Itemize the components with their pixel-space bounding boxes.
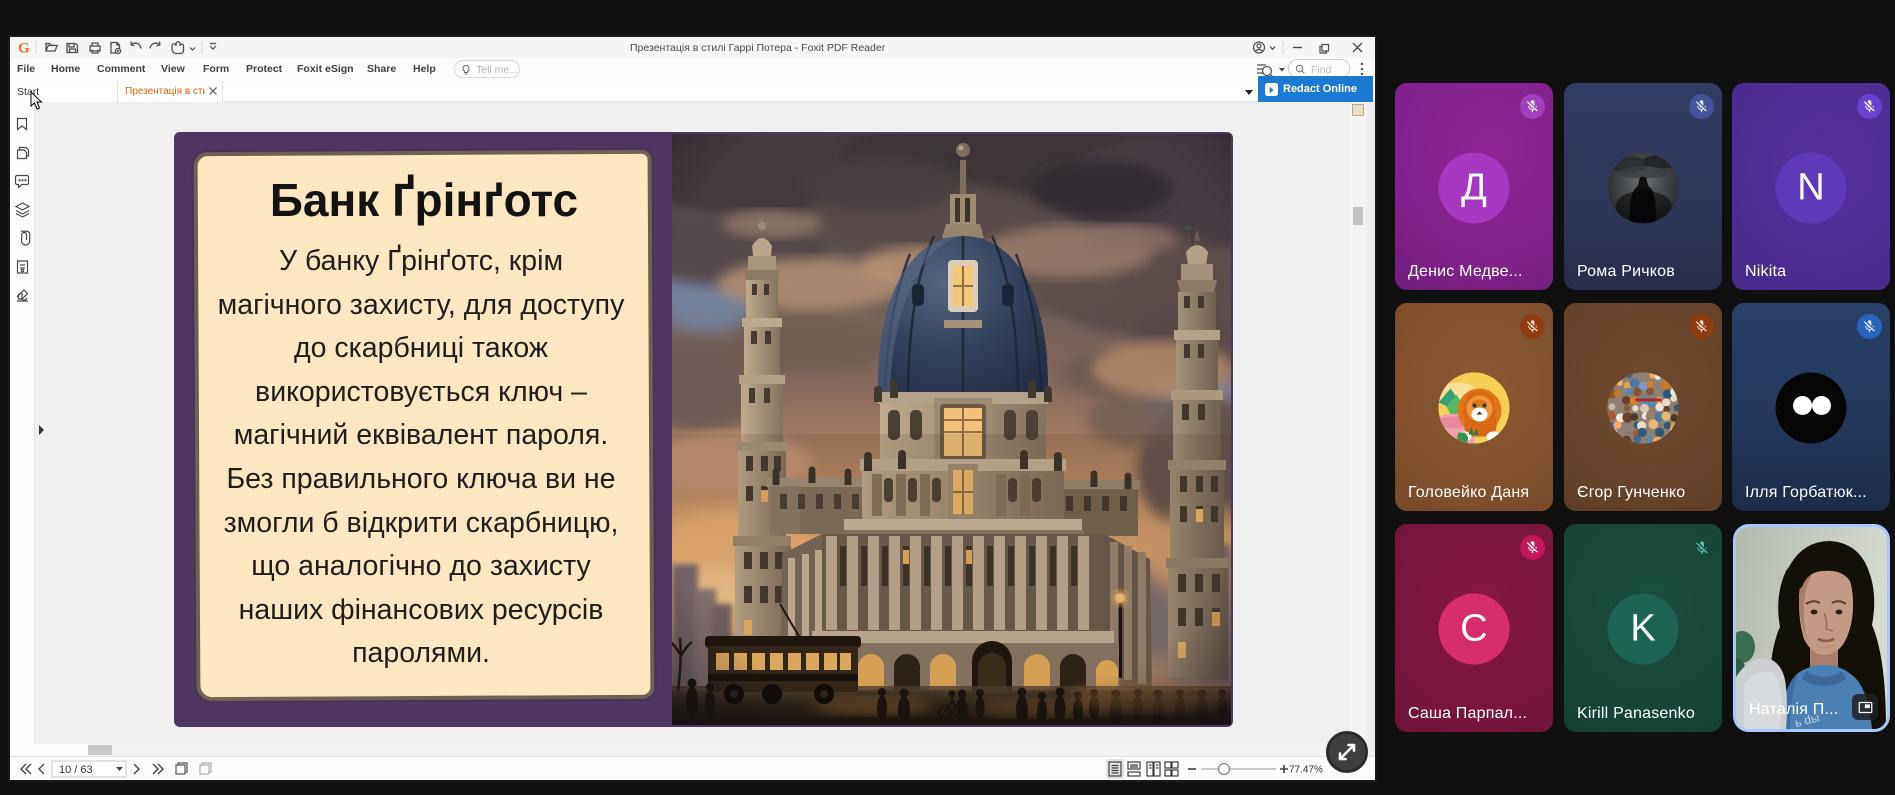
svg-text:G: G [18, 41, 30, 57]
svg-text:10 / 63: 10 / 63 [59, 764, 93, 776]
svg-text:77.47%: 77.47% [1289, 765, 1323, 776]
